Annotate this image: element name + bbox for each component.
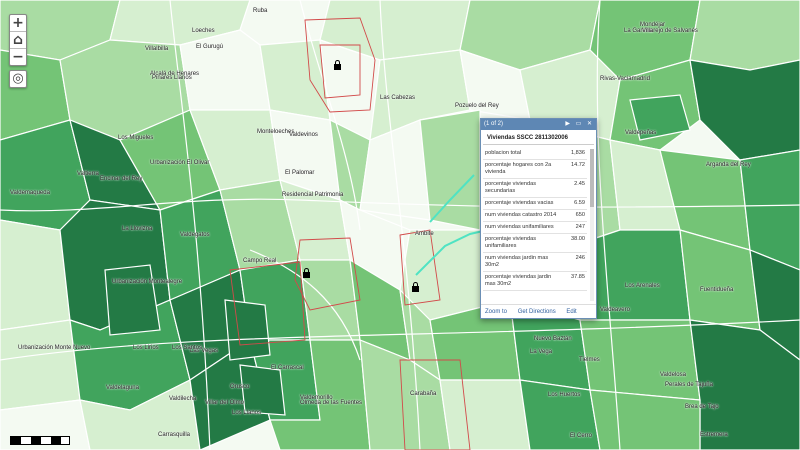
choropleth-map[interactable] — [0, 0, 800, 450]
popup-scrollbar[interactable] — [590, 149, 594, 301]
attribute-value: 246 — [575, 255, 585, 261]
attribute-label: porcentaje viviendas jardin mas 30m2 — [485, 274, 552, 287]
popup-attribute-row: num viviendas catastro 2014 650 — [483, 210, 587, 222]
attribute-value: 6.59 — [574, 200, 585, 206]
attribute-value: 1,836 — [571, 150, 585, 156]
zoom-control: + ⌂ − — [9, 14, 27, 66]
popup-header: (1 of 2) ▶ ▭ ✕ — [481, 119, 596, 130]
popup-attribute-row: porcentaje hogares con 2a vivienda 14.72 — [483, 160, 587, 179]
zoom-in-button[interactable]: + — [10, 15, 26, 32]
attribute-value: 37.85 — [571, 274, 585, 280]
get-directions-link[interactable]: Get Directions — [518, 309, 556, 315]
attribute-value: 247 — [575, 224, 585, 230]
scale-bar — [10, 436, 70, 445]
attribute-value: 38.00 — [571, 236, 585, 242]
popup-attribute-row: poblacion total 1,836 — [483, 148, 587, 160]
popup-scroll-thumb[interactable] — [590, 149, 594, 207]
edit-link[interactable]: Edit — [566, 309, 576, 315]
census-tract-polygon[interactable] — [589, 389, 701, 450]
attribute-label: porcentaje hogares con 2a vivienda — [485, 162, 552, 175]
census-tract-polygon[interactable] — [519, 379, 601, 450]
census-tract-polygon[interactable] — [0, 219, 71, 331]
attribute-value: 650 — [575, 212, 585, 218]
lock-marker-north[interactable] — [334, 60, 341, 70]
lock-marker-center[interactable] — [412, 282, 419, 292]
census-tract-polygon[interactable] — [224, 299, 271, 361]
popup-actions: Zoom to Get Directions Edit — [481, 304, 596, 318]
attribute-label: num viviendas jardin mas 30m2 — [485, 255, 549, 268]
attribute-label: num viviendas unifamiliares — [485, 224, 554, 230]
popup-attribute-table[interactable]: poblacion total 1,836 porcentaje hogares c… — [483, 148, 587, 304]
zoom-out-button[interactable]: − — [10, 49, 26, 65]
locate-button[interactable]: ◎ — [9, 70, 27, 88]
lock-marker-west[interactable] — [303, 268, 310, 278]
popup-attribute-row: num viviendas jardin mas 30m2 246 — [483, 253, 587, 272]
popup-pager[interactable]: (1 of 2) — [484, 121, 503, 127]
popup-attribute-row: porcentaje viviendas secundarias 2.45 — [483, 179, 587, 198]
popup-attribute-row: porcentaje viviendas jardin mas 30m2 37.8… — [483, 272, 587, 291]
census-tract-polygon[interactable] — [689, 0, 800, 71]
census-tract-polygon[interactable] — [0, 319, 81, 411]
attribute-label: num viviendas catastro 2014 — [485, 212, 557, 218]
attribute-value: 2.45 — [574, 181, 585, 187]
census-tract-polygon[interactable] — [239, 0, 331, 46]
census-tract-polygon[interactable] — [104, 264, 161, 336]
census-tract-polygon[interactable] — [179, 29, 271, 111]
attribute-label: porcentaje viviendas secundarias — [485, 181, 536, 194]
attribute-label: poblacion total — [485, 150, 522, 156]
popup-window-controls[interactable]: ▶ ▭ ✕ — [565, 119, 594, 130]
attribute-value: 14.72 — [571, 162, 585, 168]
popup-attribute-row: porcentaje viviendas vacias 6.59 — [483, 198, 587, 210]
popup-attribute-row: num viviendas unifamiliares 247 — [483, 222, 587, 234]
census-tract-polygon[interactable] — [439, 379, 531, 450]
census-tract-polygon[interactable] — [579, 319, 701, 401]
attribute-label: porcentaje viviendas vacias — [485, 200, 554, 206]
popup-attribute-row: porcentaje viviendas unifamiliares 38.00 — [483, 234, 587, 253]
feature-popup: (1 of 2) ▶ ▭ ✕ Viviendas SSCC 2811302006… — [480, 118, 597, 319]
popup-title: Viviendas SSCC 2811302006 — [483, 130, 594, 145]
attribute-label: porcentaje viviendas unifamiliares — [485, 236, 536, 249]
home-button[interactable]: ⌂ — [10, 32, 26, 49]
census-tract-polygon[interactable] — [259, 39, 331, 121]
census-tract-polygon[interactable] — [239, 364, 286, 416]
census-tract-polygon[interactable] — [419, 109, 481, 231]
zoom-to-link[interactable]: Zoom to — [485, 309, 507, 315]
